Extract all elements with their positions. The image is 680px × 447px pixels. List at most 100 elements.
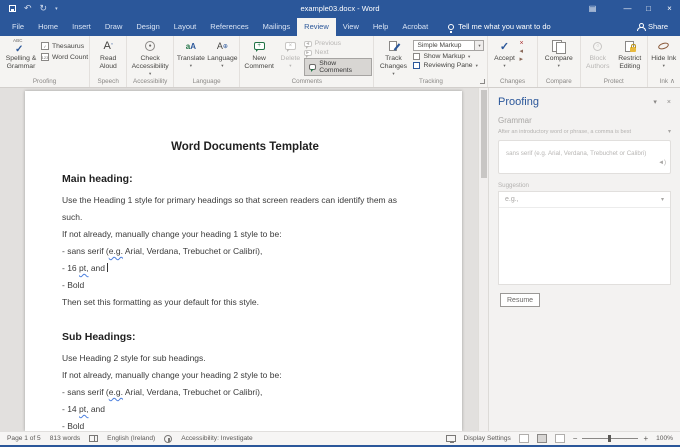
document-line: such.: [62, 209, 428, 226]
zoom-in-icon[interactable]: +: [643, 434, 648, 443]
group-label-protect: Protect: [582, 78, 646, 87]
thesaurus-icon: ✓: [41, 42, 49, 50]
hide-ink-button[interactable]: Hide Ink ▾: [649, 38, 679, 69]
collapse-ribbon-icon[interactable]: ∧: [670, 77, 675, 85]
chevron-down-icon[interactable]: ▾: [475, 40, 484, 51]
next-change-icon[interactable]: ▸: [519, 56, 523, 63]
track-changes-button[interactable]: Track Changes ▾: [375, 38, 411, 77]
compare-label: Compare: [545, 55, 573, 63]
ribbon-display-options-icon[interactable]: ▤: [582, 0, 603, 17]
zoom-control: − +: [573, 434, 648, 443]
speaker-icon[interactable]: ◄): [658, 159, 666, 168]
tab-mailings[interactable]: Mailings: [256, 18, 298, 36]
restrict-editing-button[interactable]: Restrict Editing: [614, 38, 646, 71]
maximize-icon[interactable]: □: [638, 0, 659, 17]
word-count-button[interactable]: 123 Word Count: [41, 53, 88, 61]
grammar-description: After an introductory word or phrase, a …: [498, 129, 631, 135]
scrollbar-thumb[interactable]: [481, 90, 487, 178]
customize-quick-access-icon[interactable]: ▾: [55, 6, 58, 12]
tab-draw[interactable]: Draw: [98, 18, 130, 36]
tracking-dialog-launcher-icon[interactable]: [480, 79, 485, 84]
accessibility-status[interactable]: Accessibility: Investigate: [181, 435, 252, 442]
zoom-slider[interactable]: [582, 438, 638, 439]
document-line: - sans serif (e.g. Arial, Verdana, Trebu…: [62, 243, 428, 260]
tab-file[interactable]: File: [5, 18, 31, 36]
tab-help[interactable]: Help: [366, 18, 395, 36]
accept-button[interactable]: ✓ Accept ▾: [489, 38, 519, 69]
reject-icon[interactable]: ×: [519, 40, 523, 47]
translate-label: Translate: [177, 55, 205, 63]
show-markup-button[interactable]: Show Markup ▾: [413, 53, 484, 60]
word-count-label: Word Count: [52, 54, 88, 61]
ribbon-group-compare: Compare ▾ Compare: [538, 36, 581, 87]
page-indicator[interactable]: Page 1 of 5: [7, 435, 41, 442]
previous-change-icon[interactable]: ◂: [519, 48, 523, 55]
suggestion-text: e.g.,: [505, 196, 519, 203]
print-layout-view-icon[interactable]: [537, 434, 547, 443]
read-aloud-button[interactable]: Aʹʹ Read Aloud: [91, 38, 125, 71]
ribbon-group-comments: + New Comment × Delete ▾ ◂ Previous ▸ Ne…: [240, 36, 374, 87]
pane-menu-chevron-icon[interactable]: ▾: [653, 98, 657, 106]
group-label-language: Language: [175, 78, 238, 87]
ribbon: ABC✓ Spelling & Grammar ✓ Thesaurus 123 …: [0, 36, 680, 88]
vertical-scrollbar[interactable]: [478, 88, 488, 431]
undo-icon[interactable]: ↶: [24, 4, 32, 13]
new-comment-button[interactable]: + New Comment: [241, 38, 277, 71]
translate-button[interactable]: aA Translate ▾: [175, 38, 207, 69]
ribbon-group-accessibility: ● Check Accessibility ▾ Accessibility: [127, 36, 174, 87]
check-accessibility-button[interactable]: ● Check Accessibility ▾: [128, 38, 172, 77]
tab-design[interactable]: Design: [129, 18, 166, 36]
show-comments-button[interactable]: Show Comments: [304, 58, 373, 76]
flagged-sentence-box[interactable]: sans serif (e.g. Arial, Verdana, Trebuch…: [498, 140, 671, 174]
chevron-down-icon[interactable]: ▾: [661, 196, 664, 203]
tab-review[interactable]: Review: [297, 18, 336, 36]
main-area: Word Documents Template Main heading: Us…: [0, 88, 680, 431]
tab-insert[interactable]: Insert: [65, 18, 98, 36]
thesaurus-button[interactable]: ✓ Thesaurus: [41, 42, 88, 50]
tell-me-search[interactable]: Tell me what you want to do: [448, 22, 551, 36]
ribbon-group-protect: ○ Block Authors Restrict Editing Protect: [581, 36, 648, 87]
ribbon-group-proofing: ABC✓ Spelling & Grammar ✓ Thesaurus 123 …: [0, 36, 90, 87]
redo-icon[interactable]: ↻: [40, 4, 48, 13]
delete-comment-button: × Delete ▾: [277, 38, 304, 69]
minimize-icon[interactable]: —: [617, 0, 638, 17]
document-page[interactable]: Word Documents Template Main heading: Us…: [25, 91, 462, 431]
zoom-out-icon[interactable]: −: [573, 434, 578, 443]
tab-home[interactable]: Home: [31, 18, 65, 36]
chevron-down-icon: ▾: [503, 63, 505, 69]
grammar-flagged-text: e.g.: [109, 246, 123, 256]
zoom-level[interactable]: 100%: [656, 435, 673, 442]
proofing-pane-header: Proofing ▾ ×: [489, 88, 680, 113]
resume-button[interactable]: Resume: [500, 293, 540, 307]
accept-label: Accept: [494, 55, 515, 63]
tab-acrobat[interactable]: Acrobat: [395, 18, 435, 36]
zoom-slider-thumb[interactable]: [608, 435, 611, 442]
pane-close-icon[interactable]: ×: [667, 99, 671, 106]
new-comment-icon: +: [254, 39, 265, 53]
display-settings-label[interactable]: Display Settings: [464, 435, 511, 442]
proofing-pane: Proofing ▾ × Grammar After an introducto…: [488, 88, 680, 431]
close-icon[interactable]: ×: [659, 0, 680, 17]
tab-view[interactable]: View: [336, 18, 366, 36]
tab-layout[interactable]: Layout: [167, 18, 204, 36]
language-button[interactable]: A⊕ Language ▾: [207, 38, 239, 69]
check-accessibility-icon: ●: [145, 39, 155, 53]
language-indicator[interactable]: English (Ireland): [107, 435, 155, 442]
save-icon[interactable]: [9, 5, 16, 12]
word-count-indicator[interactable]: 813 words: [50, 435, 80, 442]
reviewing-pane-button[interactable]: Reviewing Pane ▾: [413, 62, 484, 69]
compare-button[interactable]: Compare ▾: [539, 38, 579, 69]
markup-mode-select[interactable]: Simple Markup ▾: [413, 40, 484, 51]
proofing-status-icon[interactable]: [89, 435, 98, 442]
chevron-down-icon[interactable]: ▾: [668, 128, 671, 135]
read-mode-view-icon[interactable]: [519, 434, 529, 443]
tab-references[interactable]: References: [203, 18, 255, 36]
suggestion-item[interactable]: e.g., ▾: [499, 192, 670, 208]
spelling-grammar-button[interactable]: ABC✓ Spelling & Grammar: [1, 38, 41, 71]
web-layout-view-icon[interactable]: [555, 434, 565, 443]
status-bar: Page 1 of 5 813 words English (Ireland) …: [0, 431, 680, 447]
share-button[interactable]: Share: [637, 22, 680, 36]
group-label-proofing: Proofing: [1, 78, 88, 87]
restrict-editing-icon: [625, 39, 634, 53]
spelling-check-icon: ABC✓: [12, 39, 30, 53]
